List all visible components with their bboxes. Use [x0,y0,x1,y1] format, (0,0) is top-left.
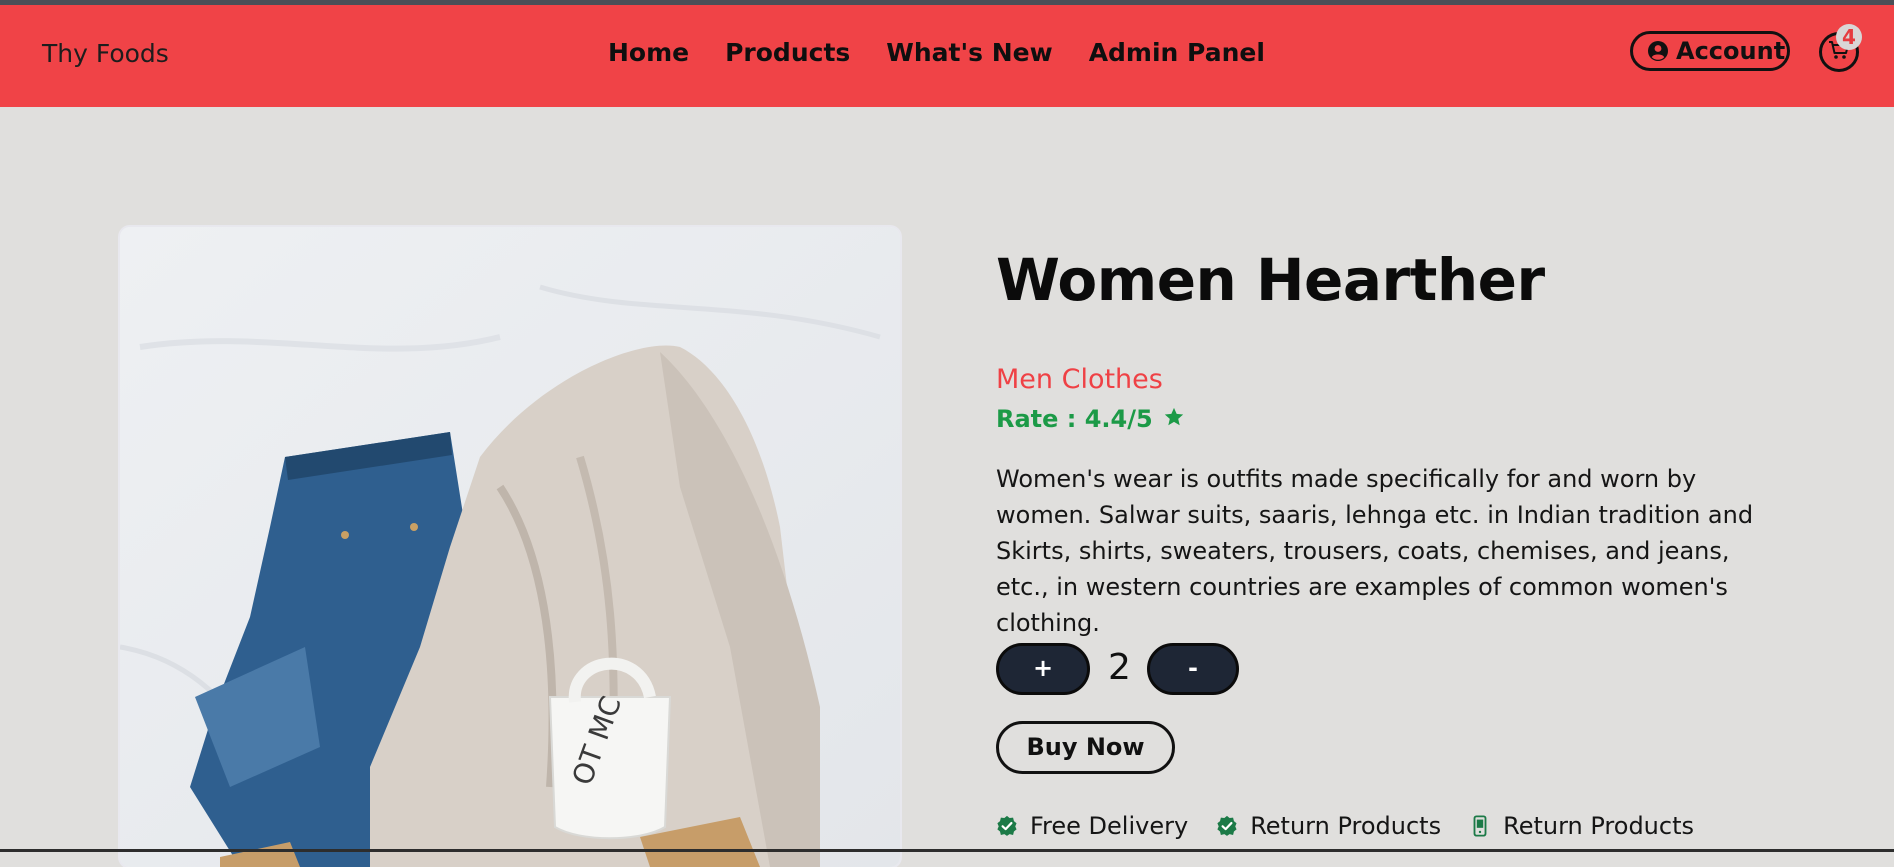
feature-label: Return Products [1503,812,1694,840]
check-badge-icon [996,815,1018,837]
nav-link-products[interactable]: Products [725,38,850,67]
quantity-value: 2 [1108,647,1131,688]
buy-now-button[interactable]: Buy Now [996,721,1175,774]
brand-logo[interactable]: Thy Foods [42,39,169,68]
product-category[interactable]: Men Clothes [996,364,1163,395]
nav-link-admin-panel[interactable]: Admin Panel [1089,38,1265,67]
feature-label: Free Delivery [1030,812,1189,840]
star-icon [1163,406,1185,432]
check-badge-icon [1216,815,1238,837]
nav-links: Home Products What's New Admin Panel [608,38,1265,67]
quantity-decrease-button[interactable]: - [1147,643,1239,695]
product-title: Women Hearther [996,246,1545,314]
account-button[interactable]: Account [1630,31,1790,71]
navbar: Thy Foods Home Products What's New Admin… [0,5,1894,107]
feature-label: Return Products [1250,812,1442,840]
product-description: Women's wear is outfits made specificall… [996,465,1754,637]
rating-text: Rate : 4.4/5 [996,405,1153,433]
quantity-increase-button[interactable]: + [996,643,1090,695]
cart-count-badge: 4 [1836,24,1862,50]
account-label: Account [1676,37,1786,65]
product-features: Free Delivery Return Products Return Pro… [996,812,1694,840]
feature-return-products: Return Products [1216,812,1441,840]
nav-link-home[interactable]: Home [608,38,689,67]
feature-return-products-2: Return Products [1469,812,1694,840]
nav-link-whats-new[interactable]: What's New [886,38,1052,67]
product-rating: Rate : 4.4/5 [996,405,1185,433]
product-image: OT MC [120,227,900,867]
feature-free-delivery: Free Delivery [996,812,1188,840]
phone-icon [1469,815,1491,837]
user-circle-icon [1647,40,1669,62]
